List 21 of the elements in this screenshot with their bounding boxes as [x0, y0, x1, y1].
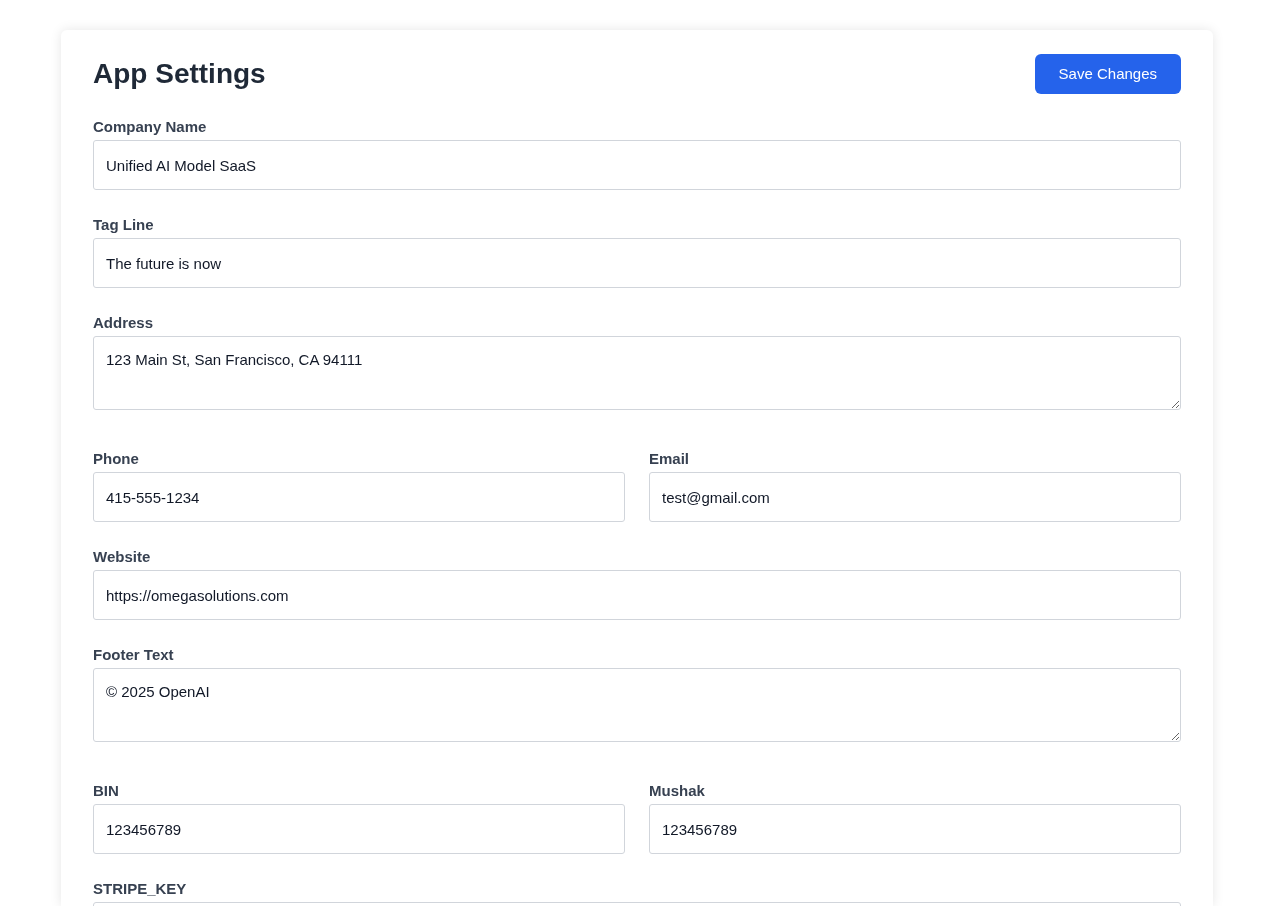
- field-label: Address: [93, 314, 155, 332]
- field-label: Tag Line: [93, 216, 155, 234]
- field-label: BIN: [93, 782, 120, 800]
- input-field[interactable]: 123456789: [649, 804, 1181, 854]
- field-label: Footer Text: [93, 646, 175, 664]
- text-area[interactable]: 123 Main St, San Francisco, CA 94111: [93, 336, 1181, 410]
- input-field[interactable]: 123456789: [93, 804, 625, 854]
- input-field[interactable]: test@gmail.com: [649, 472, 1181, 522]
- field-label: STRIPE_KEY: [93, 880, 188, 898]
- field-label: Email: [649, 450, 691, 468]
- field-label: Mushak: [649, 782, 706, 800]
- field-label: Company Name: [93, 118, 208, 136]
- text-area[interactable]: © 2025 OpenAI: [93, 668, 1181, 742]
- input-field[interactable]: https://omegasolutions.com: [93, 570, 1181, 620]
- input-field[interactable]: The future is now: [93, 238, 1181, 288]
- page-title: App Settings: [93, 57, 266, 91]
- field-label: Website: [93, 548, 152, 566]
- field-label: Phone: [93, 450, 140, 468]
- save-changes-button[interactable]: Save Changes: [1034, 54, 1181, 94]
- input-field[interactable]: Unified AI Model SaaS: [93, 140, 1181, 190]
- input-field[interactable]: 415-555-1234: [93, 472, 625, 522]
